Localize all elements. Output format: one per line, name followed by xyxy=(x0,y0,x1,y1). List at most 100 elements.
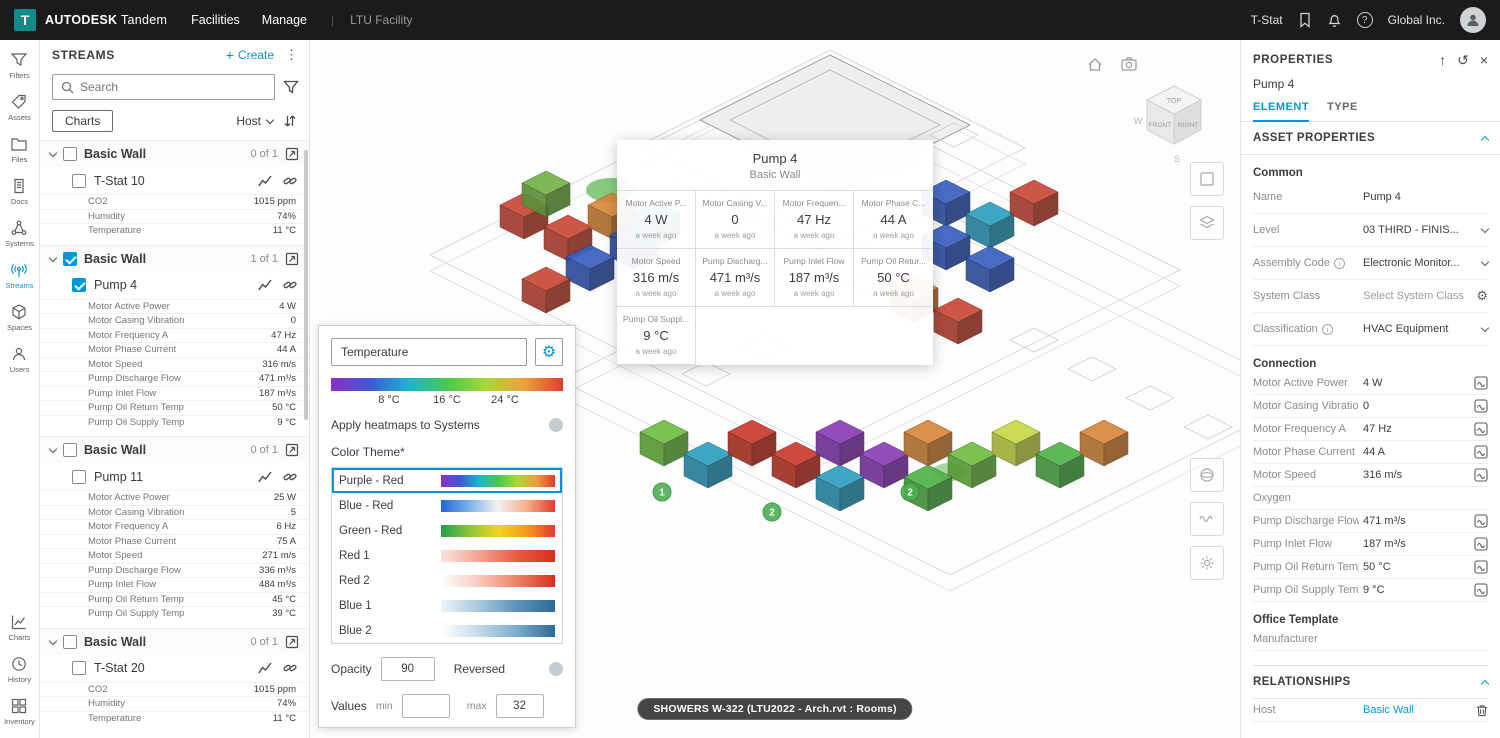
color-theme-option[interactable]: Red 2 xyxy=(332,568,562,593)
property-value[interactable]: Select System Class xyxy=(1363,290,1468,302)
stream-icon[interactable] xyxy=(1474,560,1488,574)
color-theme-option[interactable]: Blue 2 xyxy=(332,618,562,643)
popup-reading-cell[interactable]: Motor Frequen... 47 Hz a week ago xyxy=(775,191,854,249)
trash-icon[interactable] xyxy=(1476,704,1488,717)
chart-icon[interactable] xyxy=(258,278,272,292)
stream-group-header[interactable]: Basic Wall 1 of 1 xyxy=(40,245,309,272)
isolate-icon[interactable] xyxy=(285,635,299,649)
stream-device-row[interactable]: T-Stat 20 xyxy=(40,655,309,682)
sidebar-item-systems[interactable]: Systems xyxy=(5,212,34,254)
streams-overlay-button[interactable] xyxy=(1190,502,1224,536)
bookmark-icon[interactable] xyxy=(1298,12,1312,28)
isolate-icon[interactable] xyxy=(285,147,299,161)
popup-reading-cell[interactable]: Motor Casing V... 0 a week ago xyxy=(696,191,775,249)
popup-reading-cell[interactable]: Motor Active P... 4 W a week ago xyxy=(617,191,696,249)
reset-icon[interactable]: ↺ xyxy=(1457,53,1469,67)
explode-button[interactable] xyxy=(1190,458,1224,492)
chevron-down-icon[interactable] xyxy=(1482,261,1488,265)
stream-group-header[interactable]: Basic Wall 0 of 1 xyxy=(40,628,309,655)
stream-icon[interactable] xyxy=(1474,468,1488,482)
view-cube[interactable]: W S TOP FRONT RIGHT xyxy=(1132,78,1216,169)
chart-icon[interactable] xyxy=(258,470,272,484)
menu-manage[interactable]: Manage xyxy=(254,13,315,27)
chart-icon[interactable] xyxy=(258,174,272,188)
link-icon[interactable] xyxy=(283,278,297,292)
chevron-down-icon[interactable] xyxy=(49,253,57,261)
sort-icon[interactable] xyxy=(283,114,297,128)
popup-reading-cell[interactable]: Pump Oil Suppl... 9 °C a week ago xyxy=(617,307,696,365)
sidebar-item-charts[interactable]: Charts xyxy=(4,606,35,648)
help-icon[interactable] xyxy=(1357,12,1373,28)
sidebar-item-docs[interactable]: Docs xyxy=(5,170,34,212)
stream-icon[interactable] xyxy=(1474,537,1488,551)
popup-reading-cell[interactable]: Motor Speed 316 m/s a week ago xyxy=(617,249,696,307)
group-checkbox[interactable] xyxy=(63,635,77,649)
stream-icon[interactable] xyxy=(1474,376,1488,390)
stream-icon[interactable] xyxy=(1474,399,1488,413)
breadcrumb[interactable]: LTU Facility xyxy=(350,13,412,27)
group-checkbox[interactable] xyxy=(63,147,77,161)
opacity-input[interactable] xyxy=(381,657,435,681)
property-value[interactable]: 03 THIRD - FINIS... xyxy=(1363,224,1468,236)
create-stream-button[interactable]: +Create xyxy=(226,47,274,63)
search-input[interactable] xyxy=(80,80,266,94)
recent-search-label[interactable]: T-Stat xyxy=(1251,13,1283,27)
camera-icon[interactable] xyxy=(1118,54,1140,74)
popup-reading-cell[interactable]: Pump Inlet Flow 187 m³/s a week ago xyxy=(775,249,854,307)
home-view-icon[interactable] xyxy=(1084,54,1106,74)
bell-icon[interactable] xyxy=(1327,12,1342,28)
streams-scrollbar[interactable] xyxy=(304,150,308,420)
isolate-icon[interactable] xyxy=(285,252,299,266)
export-icon[interactable]: ↑ xyxy=(1439,53,1446,67)
gear-icon[interactable]: ⚙ xyxy=(1476,288,1488,304)
tab-type[interactable]: TYPE xyxy=(1327,101,1358,121)
color-theme-option[interactable]: Purple - Red xyxy=(332,468,562,493)
group-checkbox[interactable] xyxy=(63,443,77,457)
sidebar-item-assets[interactable]: Assets xyxy=(5,86,34,128)
max-input[interactable] xyxy=(496,694,544,718)
stream-group-header[interactable]: Basic Wall 0 of 1 xyxy=(40,140,309,167)
popup-reading-cell[interactable]: Motor Phase C... 44 A a week ago xyxy=(854,191,933,249)
link-icon[interactable] xyxy=(283,174,297,188)
sidebar-item-files[interactable]: Files xyxy=(5,128,34,170)
stream-device-row[interactable]: Pump 4 xyxy=(40,272,309,299)
popup-reading-cell[interactable]: Pump Oil Retur... 50 °C a week ago xyxy=(854,249,933,307)
viewport-3d[interactable]: 122 W S TOP FRONT RIGHT xyxy=(310,40,1240,738)
sidebar-item-inventory[interactable]: Inventory xyxy=(4,690,35,732)
relationship-host-link[interactable]: Basic Wall xyxy=(1363,704,1468,716)
apply-heatmaps-toggle[interactable] xyxy=(549,418,563,432)
tab-element[interactable]: ELEMENT xyxy=(1253,101,1309,122)
min-input[interactable] xyxy=(402,694,450,718)
stream-icon[interactable] xyxy=(1474,514,1488,528)
sidebar-item-history[interactable]: History xyxy=(4,648,35,690)
info-icon[interactable] xyxy=(1322,324,1333,335)
chevron-down-icon[interactable] xyxy=(1482,327,1488,331)
chevron-down-icon[interactable] xyxy=(49,636,57,644)
stream-group-header[interactable]: Basic Wall 0 of 1 xyxy=(40,436,309,463)
sidebar-item-users[interactable]: Users xyxy=(5,338,34,380)
chevron-down-icon[interactable] xyxy=(1482,228,1488,232)
device-checkbox[interactable] xyxy=(72,470,86,484)
color-theme-option[interactable]: Green - Red xyxy=(332,518,562,543)
device-checkbox[interactable] xyxy=(72,174,86,188)
link-icon[interactable] xyxy=(283,470,297,484)
sidebar-item-streams[interactable]: Streams xyxy=(5,254,34,296)
chart-icon[interactable] xyxy=(258,661,272,675)
sidebar-item-spaces[interactable]: Spaces xyxy=(5,296,34,338)
stream-device-row[interactable]: Pump 11 xyxy=(40,463,309,490)
color-theme-option[interactable]: Blue - Red xyxy=(332,493,562,518)
property-value[interactable]: HVAC Equipment xyxy=(1363,323,1468,335)
org-name[interactable]: Global Inc. xyxy=(1388,13,1445,27)
color-theme-option[interactable]: Blue 1 xyxy=(332,593,562,618)
menu-facilities[interactable]: Facilities xyxy=(183,13,248,27)
tandem-logo[interactable]: T AUTODESK Tandem xyxy=(14,9,167,31)
host-dropdown[interactable]: Host xyxy=(236,114,273,128)
avatar[interactable] xyxy=(1460,7,1486,33)
isolate-icon[interactable] xyxy=(285,443,299,457)
stream-device-row[interactable]: T-Stat 10 xyxy=(40,167,309,194)
stream-icon[interactable] xyxy=(1474,583,1488,597)
popup-reading-cell[interactable]: Pump Discharg... 471 m³/s a week ago xyxy=(696,249,775,307)
chevron-down-icon[interactable] xyxy=(49,149,57,157)
reversed-toggle[interactable] xyxy=(549,662,563,676)
streams-menu-button[interactable]: ⋮ xyxy=(282,47,301,63)
